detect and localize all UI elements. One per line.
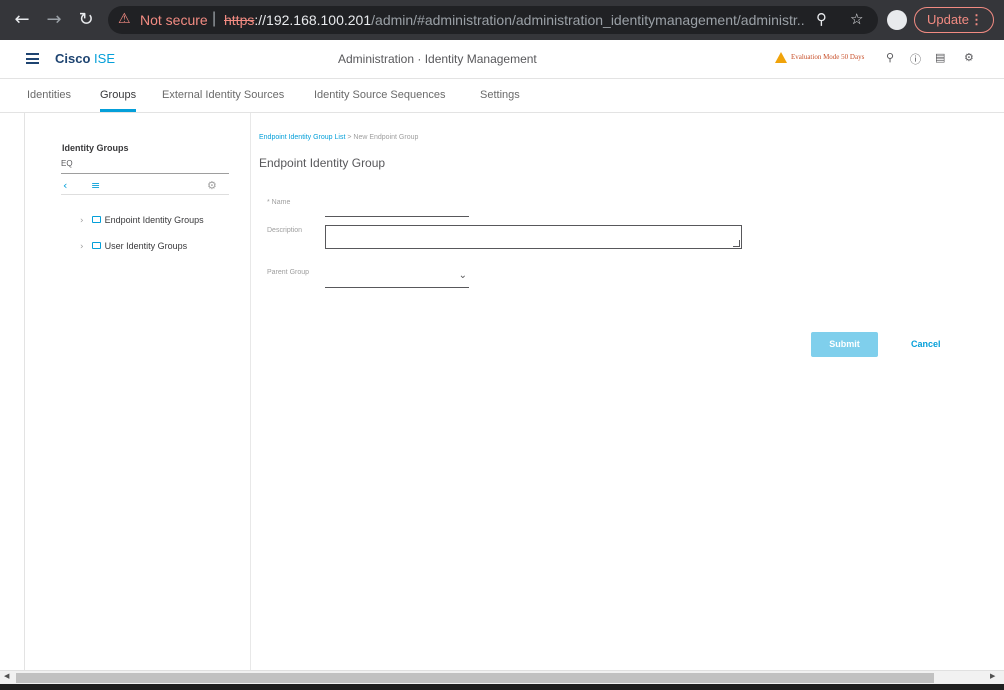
tab-settings[interactable]: Settings [480, 89, 520, 101]
settings-gear-icon[interactable]: ⚙ [207, 179, 217, 192]
horizontal-scrollbar[interactable]: ◀ ▶ [0, 670, 1004, 684]
tree-view-icon[interactable]: ≡ [91, 179, 100, 192]
app-header: Cisco ISE Administration · Identity Mana… [0, 40, 1004, 79]
sidebar-title: Identity Groups [62, 143, 129, 153]
content-area: Identity Groups EQ ‹ ≡ ⚙ › Endpoint Ident… [24, 113, 1004, 670]
tab-identities[interactable]: Identities [27, 89, 71, 101]
scrollbar-thumb[interactable] [16, 673, 934, 683]
taskbar [0, 684, 1004, 690]
update-button[interactable]: Update ⋮ [914, 7, 994, 33]
name-label: * Name [267, 199, 291, 206]
description-label: Description [267, 227, 303, 234]
breadcrumb-current: New Endpoint Group [353, 134, 419, 141]
reload-icon[interactable]: ↻ [74, 8, 98, 32]
collapse-left-icon[interactable]: ‹ [63, 179, 67, 192]
scroll-left-icon[interactable]: ◀ [4, 672, 9, 680]
sidebar-toolbar: ‹ ≡ ⚙ [61, 179, 229, 195]
page-title: Administration · Identity Management [338, 52, 537, 66]
forward-arrow-icon[interactable]: → [42, 8, 66, 32]
url-text[interactable]: https://192.168.100.201/admin/#administr… [224, 12, 804, 28]
hamburger-menu-icon[interactable] [26, 53, 39, 64]
bookmark-star-icon[interactable]: ☆ [850, 10, 863, 28]
chevron-right-icon[interactable]: › [80, 216, 84, 226]
warning-triangle-icon: ⚠ [118, 11, 131, 27]
warning-icon [775, 52, 787, 63]
more-menu-icon: ⋮ [970, 12, 983, 27]
identity-groups-sidebar: Identity Groups EQ ‹ ≡ ⚙ › Endpoint Ident… [25, 113, 251, 670]
parent-group-select[interactable]: ⌄ [325, 270, 469, 288]
tree-item-user-identity-groups[interactable]: › User Identity Groups [80, 241, 187, 252]
search-icon[interactable]: ⚲ [886, 51, 894, 64]
help-icon[interactable]: ⓘ [910, 51, 921, 67]
evaluation-badge[interactable]: Evaluation Mode 50 Days [775, 52, 864, 63]
breadcrumb-link[interactable]: Endpoint Identity Group List [259, 134, 345, 141]
gear-icon[interactable]: ⚙ [964, 51, 974, 64]
tab-groups[interactable]: Groups [100, 89, 137, 112]
security-warning[interactable]: Not secure [140, 12, 208, 28]
breadcrumb: Endpoint Identity Group List > New Endpo… [259, 134, 418, 141]
description-textarea[interactable] [325, 225, 742, 249]
profile-avatar[interactable] [887, 10, 907, 30]
group-form: Endpoint Identity Group List > New Endpo… [251, 113, 1004, 670]
parent-group-label: Parent Group [267, 269, 310, 276]
context-visibility-icon[interactable]: ▤ [935, 51, 945, 64]
tab-external-identity-sources[interactable]: External Identity Sources [162, 89, 284, 101]
tree-item-endpoint-identity-groups[interactable]: › Endpoint Identity Groups [80, 215, 204, 226]
sidebar-search-input[interactable]: EQ [61, 159, 229, 174]
scroll-right-icon[interactable]: ▶ [990, 672, 995, 680]
chevron-right-icon[interactable]: › [80, 242, 84, 252]
cancel-button[interactable]: Cancel [911, 339, 941, 349]
name-input[interactable] [325, 200, 469, 217]
submit-button[interactable]: Submit [811, 332, 878, 357]
back-arrow-icon[interactable]: ← [10, 8, 34, 32]
tab-identity-source-sequences[interactable]: Identity Source Sequences [314, 89, 445, 101]
breadcrumb-separator: > [347, 134, 352, 141]
brand-logo[interactable]: Cisco ISE [55, 51, 115, 66]
zoom-icon[interactable]: ⚲ [816, 10, 827, 28]
chevron-down-icon[interactable]: ⌄ [459, 270, 467, 281]
page: Cisco ISE Administration · Identity Mana… [0, 40, 1004, 670]
tab-bar: Identities Groups External Identity Sour… [0, 79, 1004, 113]
folder-icon [91, 242, 101, 250]
address-separator: | [212, 10, 217, 27]
folder-icon [91, 216, 101, 224]
form-title: Endpoint Identity Group [259, 156, 386, 170]
browser-toolbar: ← → ↻ ⚠ Not secure | https://192.168.100… [0, 0, 1004, 40]
address-bar[interactable]: ⚠ Not secure | https://192.168.100.201/a… [108, 6, 878, 34]
